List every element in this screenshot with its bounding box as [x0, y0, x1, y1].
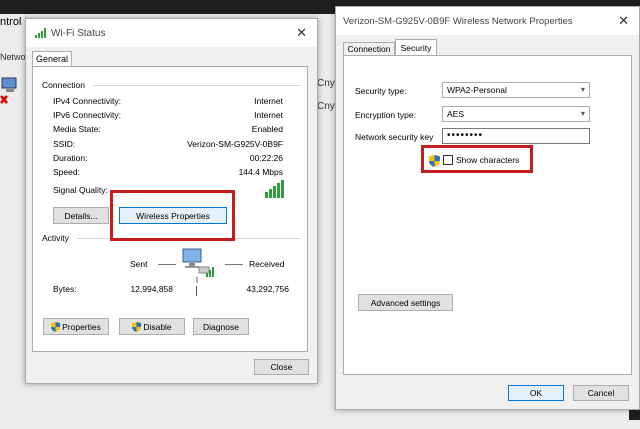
close-icon[interactable]: ✕: [618, 13, 629, 29]
tab-general[interactable]: General: [32, 51, 72, 67]
encryption-type-value: AES: [447, 109, 465, 119]
disable-button-label: Disable: [143, 321, 172, 332]
security-type-select[interactable]: WPA2-Personal ▾: [442, 82, 590, 98]
speed-label: Speed:: [53, 167, 80, 177]
chevron-down-icon: ▾: [580, 109, 585, 118]
wifi-status-titlebar[interactable]: Wi-Fi Status ✕: [26, 19, 317, 47]
duration-label: Duration:: [53, 153, 88, 163]
close-button[interactable]: Close: [254, 359, 309, 375]
cancel-button[interactable]: Cancel: [573, 385, 629, 401]
chevron-down-icon: ▾: [580, 85, 585, 94]
security-type-value: WPA2-Personal: [447, 85, 507, 95]
wifi-status-title: Wi-Fi Status: [51, 28, 106, 39]
details-button[interactable]: Details...: [53, 207, 109, 224]
ssid-label: SSID:: [53, 139, 76, 149]
ipv6-value: Internet: [254, 110, 283, 120]
highlight-box: [421, 145, 533, 173]
ipv4-label: IPv4 Connectivity:: [53, 96, 122, 106]
bytes-received-value: 43,292,756: [246, 284, 289, 294]
network-properties-titlebar[interactable]: Verizon-SM-G925V-0B9F Wireless Network P…: [336, 7, 639, 35]
highlight-box: [110, 190, 235, 241]
tab-security[interactable]: Security: [395, 39, 437, 56]
security-type-label: Security type:: [355, 86, 407, 96]
control-panel-title: ntrol I: [0, 16, 28, 28]
encryption-type-select[interactable]: AES ▾: [442, 106, 590, 122]
close-icon[interactable]: ✕: [296, 25, 307, 41]
background-text-2: Cny: [317, 101, 335, 112]
connection-heading: Connection: [42, 80, 86, 90]
media-state-label: Media State:: [53, 124, 101, 134]
speed-value: 144.4 Mbps: [238, 167, 283, 177]
bytes-sent-value: 12,994,858: [130, 284, 173, 294]
background-text-1: Cny: [317, 78, 335, 89]
security-panel: Security type: WPA2-Personal ▾ Encryptio…: [343, 55, 632, 375]
network-key-label: Network security key: [355, 132, 434, 142]
signal-bars-icon: [265, 180, 284, 198]
disable-button[interactable]: Disable: [119, 318, 185, 335]
ok-button[interactable]: OK: [508, 385, 564, 401]
duration-value: 00:22:26: [249, 153, 283, 163]
divider: [93, 85, 301, 86]
divider: [196, 286, 197, 296]
bytes-label: Bytes:: [53, 284, 77, 294]
properties-button[interactable]: Properties: [43, 318, 109, 335]
properties-button-label: Properties: [62, 321, 101, 332]
sent-label: Sent: [130, 259, 148, 269]
network-key-input[interactable]: ••••••••: [442, 128, 590, 144]
network-properties-title: Verizon-SM-G925V-0B9F Wireless Network P…: [343, 16, 573, 27]
wifi-signal-icon: [35, 28, 46, 38]
activity-heading: Activity: [42, 233, 69, 243]
encryption-type-label: Encryption type:: [355, 110, 416, 120]
uac-shield-icon: [51, 321, 61, 332]
network-computers-icon: [182, 248, 214, 283]
divider: [158, 264, 176, 265]
divider: [225, 264, 243, 265]
received-label: Received: [249, 259, 285, 269]
network-adapter-icon[interactable]: [0, 76, 22, 106]
network-properties-window: Verizon-SM-G925V-0B9F Wireless Network P…: [335, 6, 640, 410]
ipv4-value: Internet: [254, 96, 283, 106]
uac-shield-icon: [132, 321, 142, 332]
tab-connection[interactable]: Connection: [343, 42, 395, 56]
media-state-value: Enabled: [251, 124, 283, 134]
ipv6-label: IPv6 Connectivity:: [53, 110, 122, 120]
advanced-settings-button[interactable]: Advanced settings: [358, 294, 453, 311]
signal-quality-label: Signal Quality:: [53, 185, 108, 195]
diagnose-button[interactable]: Diagnose: [193, 318, 249, 335]
ssid-value: Verizon-SM-G925V-0B9F: [187, 139, 283, 149]
